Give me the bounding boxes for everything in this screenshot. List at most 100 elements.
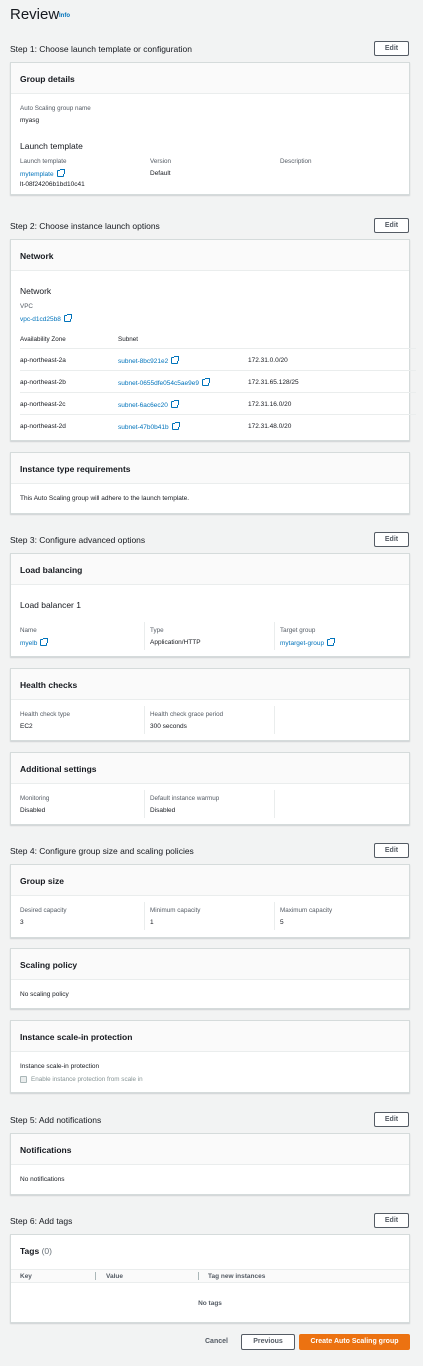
- network-card: Network Network VPC vpc-d1cd25b8 Availab…: [10, 239, 416, 441]
- lb-name[interactable]: myelb: [20, 640, 37, 647]
- external-link-icon: [170, 400, 179, 408]
- external-link-icon: [63, 314, 72, 322]
- card-title: Tags (0): [20, 1246, 52, 1256]
- target-group-link[interactable]: mytarget-group: [280, 638, 336, 647]
- step5-heading: Step 5: Add notifications: [10, 1115, 102, 1125]
- tags-title: Tags: [20, 1246, 40, 1256]
- notifications-text: No notifications: [20, 1176, 65, 1183]
- create-asg-button[interactable]: Create Auto Scaling group: [299, 1334, 410, 1350]
- az-column-header: Availability Zone: [20, 336, 66, 343]
- card-title: Additional settings: [20, 764, 97, 774]
- lb-name-link[interactable]: myelb: [20, 638, 49, 647]
- subnet-link[interactable]: subnet-0655dfe054c5ae9e9: [118, 378, 210, 387]
- load-balancing-card: Load balancing Load balancer 1 Name myel…: [10, 553, 410, 657]
- vpc-link[interactable]: vpc-d1cd25b8: [20, 314, 72, 323]
- cidr-cell: 172.31.16.0/20: [248, 401, 292, 408]
- card-header: [11, 240, 409, 271]
- lb-type-label: Type: [150, 627, 164, 634]
- previous-button[interactable]: Previous: [241, 1334, 295, 1350]
- lb-type-value: Application/HTTP: [150, 639, 201, 646]
- desired-capacity-label: Desired capacity: [20, 907, 67, 914]
- cidr-cell: 172.31.0.0/20: [248, 357, 288, 364]
- max-capacity-label: Maximum capacity: [280, 907, 333, 914]
- card-title: Notifications: [20, 1145, 72, 1155]
- warmup-label: Default instance warmup: [150, 795, 220, 802]
- column-divider: [274, 706, 275, 734]
- cidr-cell: 172.31.65.128/25: [248, 379, 299, 386]
- description-label: Description: [280, 158, 312, 165]
- subnet-id[interactable]: subnet-0655dfe054c5ae9e9: [118, 380, 199, 387]
- vpc-label: VPC: [20, 303, 33, 310]
- subnet-link[interactable]: subnet-6ac6ec20: [118, 400, 179, 409]
- scale-in-label: Instance scale-in protection: [20, 1063, 100, 1070]
- step2-heading: Step 2: Choose instance launch options: [10, 221, 160, 231]
- min-capacity-value: 1: [150, 919, 154, 926]
- scale-in-checkbox[interactable]: [20, 1076, 27, 1083]
- group-details-card: Group details Auto Scaling group name my…: [10, 62, 410, 195]
- card-title: Instance type requirements: [20, 464, 131, 474]
- column-divider: [274, 622, 275, 650]
- launch-template-label: Launch template: [20, 158, 67, 165]
- warmup-value: Disabled: [150, 807, 176, 814]
- subnet-id[interactable]: subnet-6ac6ec20: [118, 402, 168, 409]
- card-title: Scaling policy: [20, 960, 78, 970]
- divider: [20, 370, 416, 371]
- page-title: Review: [10, 6, 60, 23]
- step4-edit-button[interactable]: Edit: [374, 843, 409, 858]
- step2-edit-button[interactable]: Edit: [374, 218, 409, 233]
- divider: [20, 348, 416, 349]
- card-title: Network: [20, 251, 54, 261]
- external-link-icon: [40, 638, 49, 646]
- health-checks-card: Health checks Health check type EC2 Heal…: [10, 668, 410, 741]
- external-link-icon: [56, 169, 65, 177]
- step3-heading: Step 3: Configure advanced options: [10, 535, 146, 545]
- launch-template-heading: Launch template: [20, 141, 83, 151]
- no-tags-text: No tags: [198, 1300, 222, 1307]
- card-title: Group size: [20, 876, 64, 886]
- launch-template-link[interactable]: mytemplate: [20, 169, 65, 178]
- scale-in-checkbox-label: Enable instance protection from scale in: [31, 1076, 143, 1083]
- step6-edit-button[interactable]: Edit: [374, 1213, 409, 1228]
- min-capacity-label: Minimum capacity: [150, 907, 201, 914]
- column-divider: [95, 1272, 96, 1280]
- divider: [20, 392, 416, 393]
- step3-edit-button[interactable]: Edit: [374, 532, 409, 547]
- card-title: Load balancing: [20, 565, 83, 575]
- step1-edit-button[interactable]: Edit: [374, 41, 409, 56]
- info-link[interactable]: Info: [59, 13, 70, 19]
- step6-heading: Step 6: Add tags: [10, 1216, 73, 1226]
- cancel-button[interactable]: Cancel: [205, 1338, 228, 1345]
- scaling-policy-text: No scaling policy: [20, 991, 69, 998]
- max-capacity-value: 5: [280, 919, 284, 926]
- column-divider: [274, 790, 275, 818]
- tags-card: Tags (0) Key Value Tag new instances No …: [10, 1234, 410, 1323]
- launch-template-name[interactable]: mytemplate: [20, 171, 54, 178]
- az-cell: ap-northeast-2d: [20, 423, 66, 430]
- column-divider: [144, 706, 145, 734]
- subnet-id[interactable]: subnet-47b0b41b: [118, 424, 169, 431]
- tags-count: (0): [41, 1246, 52, 1256]
- notifications-card: Notifications No notifications: [10, 1133, 410, 1195]
- external-link-icon: [201, 378, 210, 386]
- external-link-icon: [171, 422, 180, 430]
- vpc-id[interactable]: vpc-d1cd25b8: [20, 316, 61, 323]
- cidr-cell: 172.31.48.0/20: [248, 423, 292, 430]
- az-cell: ap-northeast-2c: [20, 401, 66, 408]
- subnet-link[interactable]: subnet-47b0b41b: [118, 422, 180, 431]
- value-column-header: Value: [106, 1273, 123, 1280]
- step5-edit-button[interactable]: Edit: [374, 1112, 409, 1127]
- external-link-icon: [327, 638, 336, 646]
- instance-type-text: This Auto Scaling group will adhere to t…: [20, 495, 190, 502]
- asg-name-label: Auto Scaling group name: [20, 105, 91, 112]
- target-group-name[interactable]: mytarget-group: [280, 640, 324, 647]
- az-cell: ap-northeast-2b: [20, 379, 66, 386]
- subnet-id[interactable]: subnet-8bc921e2: [118, 358, 168, 365]
- card-header: [11, 865, 409, 896]
- subnet-link[interactable]: subnet-8bc921e2: [118, 356, 180, 365]
- instance-type-card: Instance type requirements This Auto Sca…: [10, 452, 410, 514]
- network-subheading: Network: [20, 286, 52, 296]
- health-check-type-label: Health check type: [20, 711, 71, 718]
- grace-period-label: Health check grace period: [150, 711, 224, 718]
- column-divider: [144, 622, 145, 650]
- additional-settings-card: Additional settings Monitoring Disabled …: [10, 752, 410, 825]
